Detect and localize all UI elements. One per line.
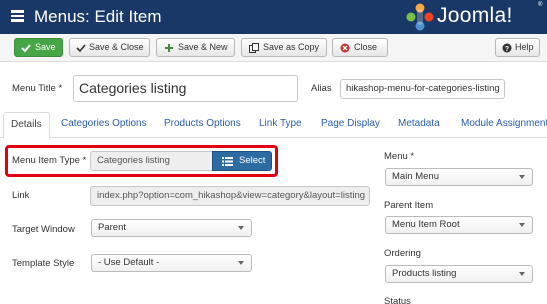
select-menu-item-type-button[interactable]: Select [212,151,272,171]
target-window-select[interactable]: Parent [91,219,252,237]
chevron-down-icon [519,175,525,179]
save-button[interactable]: Save [14,38,63,57]
parent-item-select[interactable]: Menu Item Root [385,216,533,234]
page-title: Menus: Edit Item [34,7,162,26]
tab-details[interactable]: Details [3,112,50,139]
svg-text:?: ? [505,46,509,53]
link-label: Link [12,190,30,201]
chevron-down-icon [519,223,525,227]
plus-icon [165,44,173,52]
menu-title-input[interactable]: Categories listing [73,75,298,102]
help-icon: ? [502,43,512,53]
menu-item-type-label: Menu Item Type * [12,155,87,166]
menu-label: Menu * [384,151,415,162]
menu-title-label: Menu Title * [12,83,63,94]
tab-module-assignment[interactable]: Module Assignment [461,118,547,129]
chevron-down-icon [519,272,525,276]
save-as-copy-button[interactable]: Save as Copy [241,38,327,57]
save-new-button[interactable]: Save & New [156,38,235,57]
tab-categories-options[interactable]: Categories Options [61,118,147,129]
alias-input[interactable]: hikashop-menu-for-categories-listing [340,79,505,99]
joomla-logo-icon [406,3,434,31]
copy-icon [249,43,259,53]
menu-item-type-field: Categories listing [90,151,212,171]
parent-item-label: Parent Item [384,200,434,211]
tab-metadata[interactable]: Metadata [398,118,440,129]
link-field: index.php?option=com_hikashop&view=categ… [90,186,370,206]
tab-page-display[interactable]: Page Display [321,118,380,129]
joomla-logo: Joomla! ® [405,1,545,33]
save-close-button[interactable]: Save & Close [69,38,150,57]
target-window-label: Target Window [12,224,75,235]
tab-products-options[interactable]: Products Options [164,118,241,129]
logo-trademark: ® [538,2,543,8]
tab-link-type[interactable]: Link Type [259,118,302,129]
template-style-label: Template Style [12,258,75,269]
chevron-down-icon [238,226,244,230]
alias-label: Alias [311,83,332,94]
tab-bar: Details Categories Options Products Opti… [0,112,547,139]
menu-select[interactable]: Main Menu [385,168,533,186]
help-button[interactable]: ? Help [495,38,540,57]
cancel-icon [340,43,350,53]
ordering-select[interactable]: Products listing [385,265,533,283]
toolbar: Save Save & Close Save & New Save as Cop… [0,34,547,62]
logo-wordmark: Joomla! [437,4,513,27]
check-icon [21,44,31,53]
ordering-label: Ordering [384,248,421,259]
close-button[interactable]: Close [332,38,388,57]
header-bar: Menus: Edit Item Joomla! ® [0,0,547,34]
chevron-down-icon [238,261,244,265]
status-label: Status [384,296,411,304]
list-icon [11,10,24,22]
check-icon [76,44,86,53]
list-icon [222,157,233,166]
template-style-select[interactable]: - Use Default - [91,254,252,272]
